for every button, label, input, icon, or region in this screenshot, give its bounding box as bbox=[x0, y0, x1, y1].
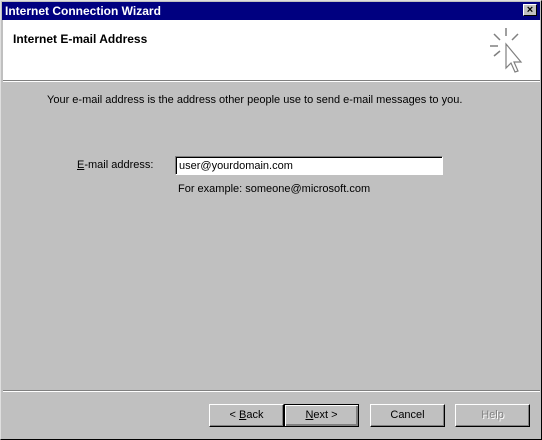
description-text: Your e-mail address is the address other… bbox=[47, 94, 463, 106]
cancel-button[interactable]: Cancel bbox=[370, 404, 445, 427]
help-button: Help bbox=[455, 404, 530, 427]
wizard-cursor-icon bbox=[490, 28, 523, 73]
back-rest: ack bbox=[246, 409, 264, 421]
title-bar[interactable]: Internet Connection Wizard × bbox=[2, 2, 540, 20]
next-button[interactable]: Next > bbox=[284, 404, 359, 427]
next-rest: ext > bbox=[313, 409, 338, 421]
close-button[interactable]: × bbox=[523, 4, 537, 16]
email-label-rest: -mail address: bbox=[84, 159, 154, 171]
footer-divider bbox=[3, 390, 540, 392]
help-label: Help bbox=[481, 409, 504, 421]
wizard-header: Internet E-mail Address bbox=[3, 20, 540, 80]
close-icon: × bbox=[526, 4, 534, 16]
example-text: For example: someone@microsoft.com bbox=[178, 183, 371, 195]
email-label: E-mail address: bbox=[77, 159, 153, 171]
back-button[interactable]: < Back bbox=[209, 404, 284, 427]
header-divider bbox=[3, 80, 540, 82]
cancel-label: Cancel bbox=[390, 409, 425, 421]
email-field[interactable] bbox=[175, 156, 443, 175]
wizard-window: Internet Connection Wizard × Internet E-… bbox=[0, 0, 542, 440]
back-prefix: < bbox=[229, 409, 239, 421]
window-title: Internet Connection Wizard bbox=[5, 4, 161, 18]
page-title: Internet E-mail Address bbox=[13, 32, 148, 46]
